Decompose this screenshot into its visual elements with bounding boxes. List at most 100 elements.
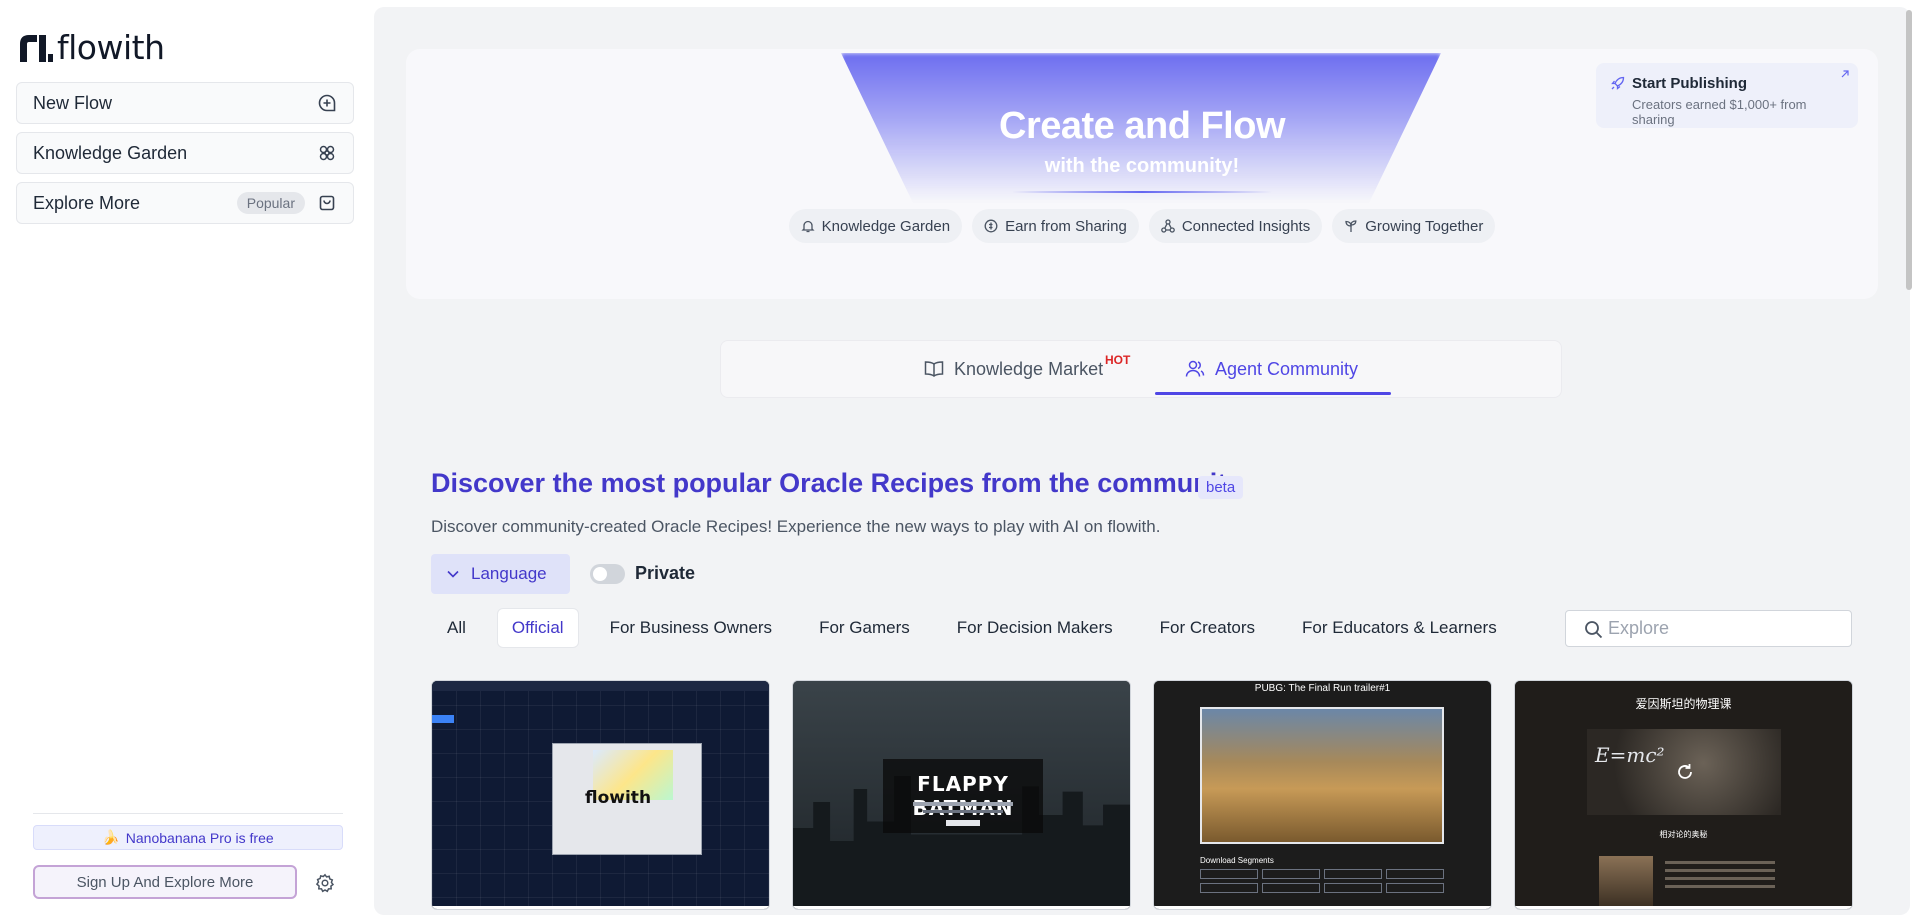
card-footer (1154, 906, 1491, 909)
sprout-icon (1345, 220, 1357, 232)
section-title: Discover the most popular Oracle Recipes… (431, 468, 1242, 498)
popular-badge: Popular (236, 192, 305, 214)
network-icon (1160, 219, 1175, 233)
tab-label: Knowledge Market (954, 358, 1104, 379)
flowith-logo-icon (20, 34, 53, 62)
filter-all[interactable]: All (431, 608, 482, 648)
publish-title: Start Publishing (1632, 75, 1748, 92)
sidebar-item-explore-more[interactable]: Explore More Popular (16, 182, 354, 224)
thumb-title-panel: FLAPPY BATMAN (883, 759, 1043, 833)
chip-connected-insights: Connected Insights (1148, 209, 1323, 243)
card-equation: E=mc² (1595, 743, 1665, 767)
promo-text: Nanobanana Pro is free (125, 829, 274, 846)
sidebar-item-label: Explore More (33, 192, 141, 213)
tab-label: Agent Community (1215, 358, 1359, 379)
card-title: 爱因斯坦的物理课 (1635, 697, 1732, 711)
coin-icon (984, 219, 998, 233)
sidebar-divider (33, 813, 343, 814)
thumb-text-line (923, 810, 1003, 813)
hero-divider (1012, 191, 1272, 193)
language-dropdown[interactable]: Language (431, 554, 570, 594)
recipe-card[interactable]: FLAPPY BATMAN (792, 680, 1131, 910)
refresh-icon (1678, 764, 1692, 779)
page-scrollbar[interactable] (1906, 10, 1912, 290)
chip-label: Growing Together (1365, 217, 1484, 235)
thumb-landscape (1200, 707, 1444, 844)
start-publishing-card[interactable]: Start Publishing Creators earned $1,000+… (1596, 63, 1858, 128)
card-logo-text: flowith (585, 788, 652, 808)
promo-banner[interactable]: 🍌 Nanobanana Pro is free (33, 825, 343, 850)
card-thumbnail: FLAPPY BATMAN (793, 681, 1130, 906)
filter-educators-learners[interactable]: For Educators & Learners (1286, 608, 1513, 648)
thumb-blackboard: E=mc² (1587, 729, 1781, 815)
filter-gamers[interactable]: For Gamers (803, 608, 926, 648)
tab-agent-community[interactable]: Agent Community (1185, 341, 1358, 397)
filter-decision-makers[interactable]: For Decision Makers (941, 608, 1129, 648)
new-chat-icon (317, 93, 337, 113)
book-open-icon (924, 361, 944, 377)
brand-name: flowith (57, 28, 165, 67)
card-thumbnail: PUBG: The Final Run trailer#1 Download S… (1154, 681, 1491, 906)
recipe-card[interactable]: flowith (431, 680, 770, 910)
beta-badge: beta (1198, 476, 1244, 499)
thumb-text-lines (1665, 861, 1775, 893)
thumb-screenshot: flowith (552, 743, 702, 855)
chip-label: Earn from Sharing (1005, 217, 1127, 235)
thumb-segment-grid (1200, 869, 1444, 893)
rocket-icon (1611, 76, 1625, 90)
card-label: Download Segments (1200, 856, 1274, 865)
thumb-text-line (913, 802, 1013, 806)
banana-icon: 🍌 (102, 829, 120, 845)
filter-official[interactable]: Official (496, 608, 579, 648)
tab-knowledge-market[interactable]: Knowledge Market (924, 341, 1103, 397)
users-icon (1185, 360, 1205, 377)
recipe-cards: flowith FLAPPY BATMAN PUBG: The Final Ru… (431, 680, 1853, 910)
chip-label: Knowledge Garden (821, 217, 951, 235)
chip-earn-from-sharing: Earn from Sharing (972, 209, 1139, 243)
sidebar-item-label: New Flow (33, 92, 113, 113)
sidebar-item-label: Knowledge Garden (33, 142, 188, 163)
card-footer (1515, 906, 1852, 909)
bell-icon (801, 220, 815, 233)
chip-growing-together: Growing Together (1332, 209, 1496, 243)
card-title: PUBG: The Final Run trailer#1 (1254, 683, 1391, 694)
language-label: Language (471, 564, 547, 583)
sidebar-item-knowledge-garden[interactable]: Knowledge Garden (16, 132, 354, 174)
search-icon (1585, 621, 1603, 639)
settings-gear-icon[interactable] (315, 873, 335, 893)
search-box (1565, 610, 1852, 647)
search-input[interactable] (1608, 618, 1828, 639)
card-thumbnail: flowith (432, 681, 769, 906)
sidebar: flowith New Flow Knowledge Garden Explor… (0, 0, 374, 922)
card-footer (793, 906, 1130, 909)
category-filters: All Official For Business Owners For Gam… (431, 608, 1528, 648)
card-thumbnail: 爱因斯坦的物理课 E=mc² 相对论的奥秘 (1515, 681, 1852, 906)
hot-badge: HOT (1105, 353, 1131, 367)
chip-label: Connected Insights (1181, 217, 1311, 235)
arrow-up-right-icon (1841, 70, 1849, 78)
sidebar-item-new-flow[interactable]: New Flow (16, 82, 354, 124)
toggle-knob (593, 567, 607, 581)
section-description: Discover community-created Oracle Recipe… (431, 517, 1161, 536)
thumb-sidebar-marker (432, 715, 454, 723)
thumb-portrait (1599, 856, 1653, 906)
publish-subtitle: Creators earned $1,000+ from sharing (1632, 97, 1807, 127)
private-toggle[interactable] (590, 564, 625, 584)
hero-chips: Knowledge Garden Earn from Sharing Conne… (406, 209, 1878, 243)
signup-button[interactable]: Sign Up And Explore More (33, 865, 297, 899)
thumb-toolbar (432, 681, 769, 691)
recipe-card[interactable]: 爱因斯坦的物理课 E=mc² 相对论的奥秘 (1514, 680, 1853, 910)
brand-logo[interactable]: flowith (17, 28, 165, 67)
recipe-card[interactable]: PUBG: The Final Run trailer#1 Download S… (1153, 680, 1492, 910)
chip-knowledge-garden: Knowledge Garden (788, 209, 963, 243)
thumb-button (946, 820, 980, 826)
chevron-down-icon (447, 570, 459, 578)
active-tab-indicator (1155, 392, 1391, 395)
shopping-bag-icon (317, 193, 337, 213)
filter-business-owners[interactable]: For Business Owners (594, 608, 789, 648)
flower-icon (317, 143, 337, 163)
filter-creators[interactable]: For Creators (1144, 608, 1271, 648)
private-label: Private (635, 563, 696, 583)
community-tabs: Knowledge Market HOT Agent Community (720, 340, 1562, 398)
card-label: 相对论的奥秘 (1659, 830, 1708, 839)
